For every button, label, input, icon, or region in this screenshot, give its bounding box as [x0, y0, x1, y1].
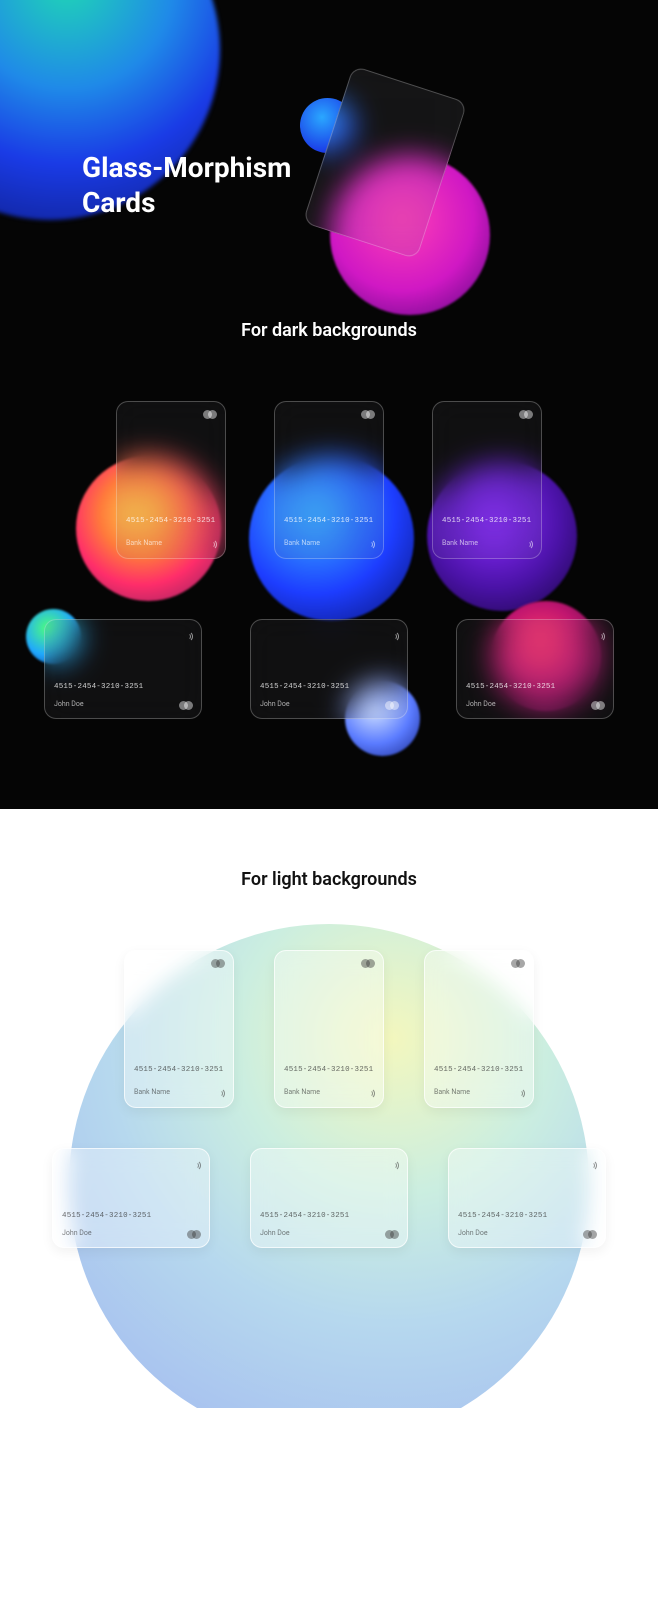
mastercard-icon: [187, 1230, 201, 1239]
nfc-icon: [191, 1159, 201, 1169]
card-number: 4515-2454-3210-3251: [466, 683, 555, 691]
bank-name: Bank Name: [284, 1088, 320, 1096]
glass-card-vertical: 4515-2454-3210-3251 Bank Name: [124, 950, 234, 1108]
mastercard-icon: [361, 959, 375, 968]
glass-card-vertical: 4515-2454-3210-3251 Bank Name: [424, 950, 534, 1108]
dark-section: Glass-Morphism Cards For dark background…: [0, 0, 658, 809]
nfc-icon: [595, 630, 605, 640]
glass-card-horizontal: 4515-2454-3210-3251 John Doe: [250, 619, 408, 719]
nfc-icon: [365, 538, 375, 548]
card-number: 4515-2454-3210-3251: [126, 517, 215, 525]
mastercard-icon: [385, 701, 399, 710]
mastercard-icon: [583, 1230, 597, 1239]
nfc-icon: [389, 1159, 399, 1169]
light-row-horizontal: 4515-2454-3210-3251 John Doe 4515-2454-3…: [0, 1148, 658, 1248]
card-number: 4515-2454-3210-3251: [134, 1066, 223, 1074]
nfc-icon: [389, 630, 399, 640]
card-slot: 4515-2454-3210-3251 Bank Name: [116, 401, 226, 559]
light-section-title: For light backgrounds: [0, 869, 658, 890]
nfc-icon: [587, 1159, 597, 1169]
cardholder-name: John Doe: [54, 700, 84, 708]
card-slot: 4515-2454-3210-3251 John Doe: [44, 619, 202, 719]
nfc-icon: [215, 1087, 225, 1097]
mastercard-icon: [519, 410, 533, 419]
nfc-icon: [365, 1087, 375, 1097]
card-number: 4515-2454-3210-3251: [284, 517, 373, 525]
card-slot: 4515-2454-3210-3251 Bank Name: [432, 401, 542, 559]
hero-card-composition: [310, 80, 500, 290]
bank-name: Bank Name: [134, 1088, 170, 1096]
dark-row-horizontal: 4515-2454-3210-3251 John Doe 4515-2454-3…: [0, 619, 658, 719]
mastercard-icon: [203, 410, 217, 419]
card-slot: 4515-2454-3210-3251 John Doe: [52, 1148, 210, 1248]
cardholder-name: John Doe: [260, 1229, 290, 1237]
card-slot: 4515-2454-3210-3251 John Doe: [448, 1148, 606, 1248]
card-number: 4515-2454-3210-3251: [458, 1212, 547, 1220]
dark-row-vertical: 4515-2454-3210-3251 Bank Name 4515-2454-…: [0, 401, 658, 559]
mastercard-icon: [385, 1230, 399, 1239]
card-slot: 4515-2454-3210-3251 John Doe: [250, 1148, 408, 1248]
light-grid: 4515-2454-3210-3251 Bank Name 4515-2454-…: [0, 950, 658, 1248]
card-number: 4515-2454-3210-3251: [442, 517, 531, 525]
mastercard-icon: [511, 959, 525, 968]
card-slot: 4515-2454-3210-3251 Bank Name: [274, 401, 384, 559]
glass-card-vertical: 4515-2454-3210-3251 Bank Name: [432, 401, 542, 559]
card-slot: 4515-2454-3210-3251 Bank Name: [124, 950, 234, 1108]
nfc-icon: [515, 1087, 525, 1097]
card-slot: 4515-2454-3210-3251 John Doe: [250, 619, 408, 719]
glass-card-vertical: 4515-2454-3210-3251 Bank Name: [274, 950, 384, 1108]
nfc-icon: [183, 630, 193, 640]
card-number: 4515-2454-3210-3251: [260, 683, 349, 691]
mastercard-icon: [211, 959, 225, 968]
light-row-vertical: 4515-2454-3210-3251 Bank Name 4515-2454-…: [0, 950, 658, 1108]
card-number: 4515-2454-3210-3251: [284, 1066, 373, 1074]
bank-name: Bank Name: [442, 539, 478, 547]
glass-card-vertical: 4515-2454-3210-3251 Bank Name: [116, 401, 226, 559]
cardholder-name: John Doe: [458, 1229, 488, 1237]
card-number: 4515-2454-3210-3251: [54, 683, 143, 691]
mastercard-icon: [179, 701, 193, 710]
hero: Glass-Morphism Cards: [0, 0, 658, 320]
nfc-icon: [523, 538, 533, 548]
nfc-icon: [207, 538, 217, 548]
card-slot: 4515-2454-3210-3251 Bank Name: [424, 950, 534, 1108]
light-section: For light backgrounds 4515-2454-3210-325…: [0, 809, 658, 1408]
mastercard-icon: [361, 410, 375, 419]
glass-card-horizontal: 4515-2454-3210-3251 John Doe: [448, 1148, 606, 1248]
cardholder-name: John Doe: [466, 700, 496, 708]
card-slot: 4515-2454-3210-3251 John Doe: [456, 619, 614, 719]
glass-card-horizontal: 4515-2454-3210-3251 John Doe: [44, 619, 202, 719]
card-slot: 4515-2454-3210-3251 Bank Name: [274, 950, 384, 1108]
bank-name: Bank Name: [284, 539, 320, 547]
glass-card-vertical: 4515-2454-3210-3251 Bank Name: [274, 401, 384, 559]
card-number: 4515-2454-3210-3251: [62, 1212, 151, 1220]
cardholder-name: John Doe: [260, 700, 290, 708]
glass-card-horizontal: 4515-2454-3210-3251 John Doe: [456, 619, 614, 719]
card-number: 4515-2454-3210-3251: [260, 1212, 349, 1220]
glass-card-horizontal: 4515-2454-3210-3251 John Doe: [250, 1148, 408, 1248]
glass-card-horizontal: 4515-2454-3210-3251 John Doe: [52, 1148, 210, 1248]
dark-section-title: For dark backgrounds: [0, 320, 658, 341]
bank-name: Bank Name: [126, 539, 162, 547]
cardholder-name: John Doe: [62, 1229, 92, 1237]
card-number: 4515-2454-3210-3251: [434, 1066, 523, 1074]
mastercard-icon: [591, 701, 605, 710]
bank-name: Bank Name: [434, 1088, 470, 1096]
